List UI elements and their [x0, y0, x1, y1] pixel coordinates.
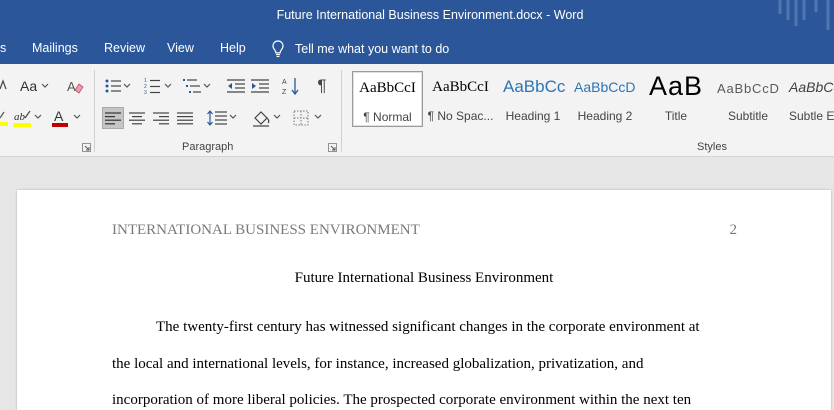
- style-heading-1[interactable]: AaBbCc Heading 1: [498, 71, 568, 127]
- ribbon-decoration-icon: [778, 0, 830, 30]
- chevron-down-icon[interactable]: [229, 113, 237, 121]
- change-case-button[interactable]: Aa: [20, 76, 54, 96]
- style-subtitle-preview: AaBbCcD: [717, 81, 780, 96]
- paragraph-group-label: Paragraph: [182, 141, 234, 153]
- style-heading-2[interactable]: AaBbCcD Heading 2: [570, 71, 640, 127]
- style-heading-1-preview: AaBbCc: [503, 77, 566, 96]
- lightbulb-icon: [272, 40, 284, 58]
- style-heading-2-name: Heading 2: [577, 109, 633, 123]
- running-head: INTERNATIONAL BUSINESS ENVIRONMENT: [112, 222, 420, 238]
- svg-text:A: A: [54, 108, 64, 124]
- align-left-icon: [105, 111, 121, 124]
- body-line: the local and international levels, for …: [112, 356, 644, 372]
- page-number: 2: [729, 222, 738, 238]
- bullets-icon[interactable]: [104, 76, 122, 96]
- style-heading-1-name: Heading 1: [505, 109, 561, 123]
- group-separator: [341, 70, 342, 152]
- style-subtitle-name: Subtitle: [727, 109, 769, 123]
- style-no-spacing-preview: AaBbCcI: [432, 79, 489, 95]
- tab-mailings[interactable]: Mailings: [32, 41, 78, 55]
- style-title-name: Title: [664, 109, 688, 123]
- style-title[interactable]: AaB Title: [642, 71, 710, 127]
- document-title: Future International Business Environmen…: [294, 270, 554, 286]
- paragraph-dialog-launcher-icon[interactable]: [328, 143, 337, 152]
- title-bar: Future International Business Environmen…: [0, 0, 834, 34]
- highlight-color-icon[interactable]: ab: [12, 107, 32, 129]
- svg-text:A: A: [67, 79, 76, 94]
- ribbon: Aa A ab A 123 A Z ¶ Paragraph AaBbCcI ¶ …: [0, 64, 834, 157]
- styles-gallery: AaBbCcI ¶ Normal AaBbCcI ¶ No Spac... Aa…: [349, 70, 834, 128]
- svg-text:ab: ab: [14, 111, 26, 123]
- style-no-spacing-name: ¶ No Spac...: [427, 109, 494, 123]
- tab-references[interactable]: s: [0, 41, 6, 55]
- style-normal[interactable]: AaBbCcI ¶ Normal: [352, 71, 423, 127]
- chevron-down-icon[interactable]: [203, 82, 211, 90]
- svg-text:Z: Z: [282, 89, 287, 96]
- tab-view[interactable]: View: [167, 41, 194, 55]
- chevron-down-icon[interactable]: [314, 113, 322, 121]
- style-subtle-emphasis[interactable]: AaBbCc Subtle Em: [786, 71, 834, 127]
- chevron-down-icon: [41, 83, 49, 88]
- change-case-label: Aa: [20, 78, 38, 94]
- text-effects-partial-icon[interactable]: [0, 107, 8, 129]
- font-color-icon[interactable]: A: [50, 107, 70, 129]
- borders-icon[interactable]: [291, 107, 311, 129]
- line-spacing-icon[interactable]: [206, 107, 228, 129]
- window-title: Future International Business Environmen…: [276, 8, 584, 22]
- chevron-down-icon[interactable]: [34, 112, 42, 122]
- tell-me-text: Tell me what you want to do: [295, 42, 450, 56]
- style-heading-2-preview: AaBbCcD: [574, 79, 636, 95]
- style-no-spacing[interactable]: AaBbCcI ¶ No Spac...: [425, 71, 496, 127]
- decrease-indent-icon[interactable]: [226, 76, 246, 96]
- svg-text:A: A: [282, 79, 287, 86]
- group-separator: [94, 70, 95, 152]
- align-center-icon[interactable]: [127, 107, 147, 129]
- ribbon-tabs: s Mailings Review View Help Tell me what…: [0, 34, 834, 64]
- shading-icon[interactable]: [251, 107, 273, 129]
- style-subtle-emphasis-name: Subtle Em: [789, 109, 834, 123]
- sort-icon[interactable]: AZ: [281, 75, 301, 97]
- clear-formatting-icon[interactable]: A: [65, 76, 85, 96]
- increase-indent-icon[interactable]: [250, 76, 270, 96]
- justify-icon[interactable]: [175, 107, 195, 129]
- numbering-icon[interactable]: 123: [143, 76, 161, 96]
- font-size-decrease-icon[interactable]: [0, 76, 8, 94]
- document-canvas: INTERNATIONAL BUSINESS ENVIRONMENT 2 Fut…: [0, 157, 834, 410]
- style-title-preview: AaB: [648, 71, 704, 101]
- multilevel-list-icon[interactable]: [182, 76, 202, 96]
- document-page[interactable]: INTERNATIONAL BUSINESS ENVIRONMENT 2 Fut…: [17, 190, 831, 410]
- tell-me-search[interactable]: Tell me what you want to do: [272, 38, 449, 60]
- styles-group-label: Styles: [697, 141, 727, 153]
- show-formatting-marks-icon[interactable]: ¶: [313, 76, 331, 96]
- chevron-down-icon[interactable]: [73, 112, 81, 122]
- align-left-button[interactable]: [102, 107, 124, 129]
- tab-help[interactable]: Help: [220, 41, 246, 55]
- style-normal-name: ¶ Normal: [363, 110, 412, 124]
- body-line: The twenty-first century has witnessed s…: [156, 319, 700, 335]
- style-subtitle[interactable]: AaBbCcD Subtitle: [712, 71, 784, 127]
- svg-text:3: 3: [144, 90, 147, 94]
- chevron-down-icon[interactable]: [164, 82, 172, 90]
- chevron-down-icon[interactable]: [123, 82, 131, 90]
- font-dialog-launcher-icon[interactable]: [82, 143, 91, 152]
- style-subtle-emphasis-preview: AaBbCc: [789, 79, 834, 95]
- chevron-down-icon[interactable]: [273, 113, 281, 121]
- tab-review[interactable]: Review: [104, 41, 145, 55]
- align-right-icon[interactable]: [151, 107, 171, 129]
- body-line: incorporation of more liberal policies. …: [112, 392, 692, 408]
- style-normal-preview: AaBbCcI: [359, 80, 416, 96]
